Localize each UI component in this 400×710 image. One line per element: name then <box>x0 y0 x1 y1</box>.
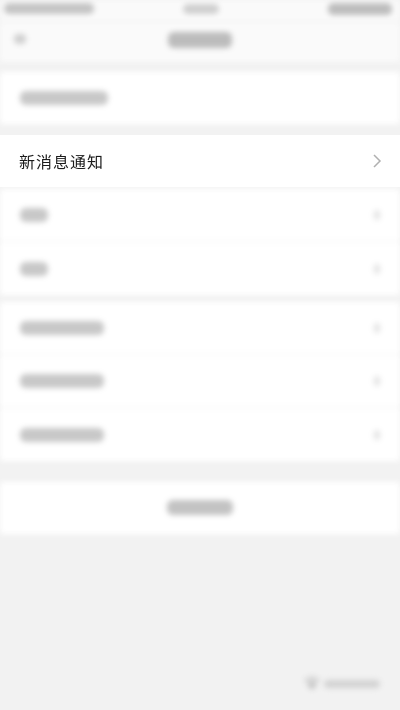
settings-row-label-placeholder <box>20 321 104 335</box>
settings-row-general-2[interactable] <box>0 242 400 295</box>
page-title <box>168 32 232 48</box>
status-bar <box>0 0 400 22</box>
status-bar-time <box>183 4 219 14</box>
chevron-right-icon <box>374 376 380 386</box>
paw-icon <box>305 676 380 689</box>
chevron-right-icon <box>374 323 380 333</box>
settings-row-general-1[interactable] <box>0 189 400 242</box>
settings-row-account[interactable] <box>0 72 400 124</box>
settings-group-other <box>0 302 400 461</box>
settings-row-other-2[interactable] <box>0 355 400 408</box>
settings-group-general <box>0 189 400 295</box>
settings-row-label: 新消息通知 <box>19 153 105 172</box>
settings-row-other-1[interactable] <box>0 302 400 355</box>
settings-row-label-placeholder <box>20 427 104 442</box>
settings-row-label-placeholder <box>20 91 108 105</box>
status-bar-battery <box>328 3 392 15</box>
logout-button[interactable] <box>0 482 400 534</box>
logout-button-label-placeholder <box>167 500 233 515</box>
chevron-right-icon <box>373 154 382 168</box>
back-icon[interactable] <box>14 34 26 44</box>
settings-row-label-placeholder <box>20 261 48 276</box>
nav-bar <box>0 22 400 62</box>
watermark-logo <box>304 676 382 696</box>
settings-group-account <box>0 72 400 124</box>
chevron-right-icon <box>374 210 380 220</box>
chevron-right-icon <box>374 429 380 440</box>
settings-row-other-3[interactable] <box>0 408 400 461</box>
settings-row-label-placeholder <box>20 374 104 388</box>
settings-row-new-message-notification[interactable]: 新消息通知 <box>0 135 400 187</box>
settings-group-notifications: 新消息通知 <box>0 135 400 187</box>
status-bar-carrier-signal <box>4 3 94 14</box>
chevron-right-icon <box>374 263 380 274</box>
settings-row-label-placeholder <box>20 208 48 222</box>
